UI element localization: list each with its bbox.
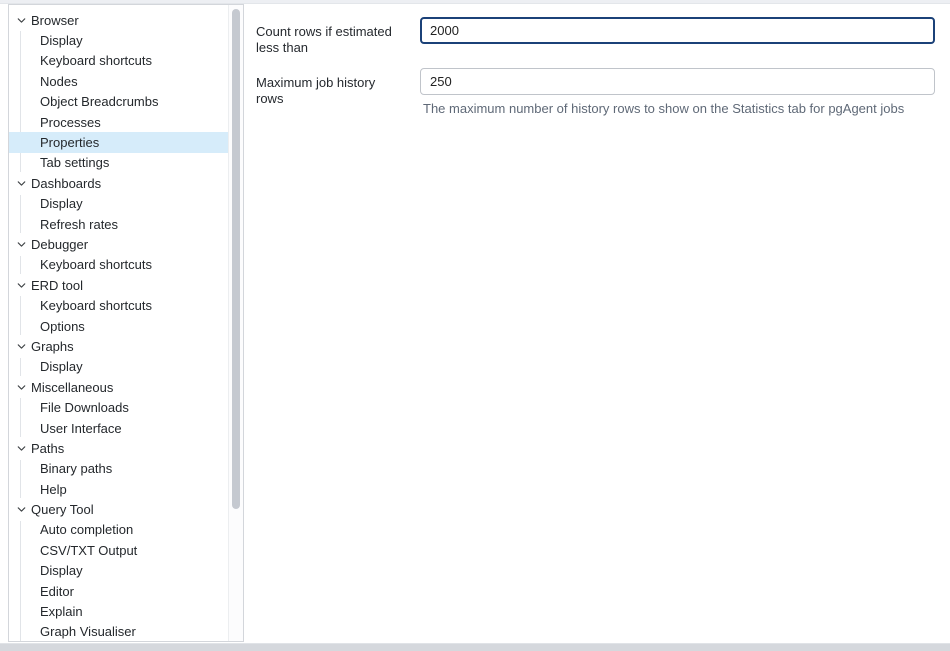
sidebar-scrollbar[interactable]: [228, 5, 243, 641]
sidebar-item-paths-help[interactable]: Help: [9, 479, 228, 499]
tree-item-label: Refresh rates: [40, 217, 118, 232]
tree-group-label: Dashboards: [31, 176, 101, 191]
tree-group-label: ERD tool: [31, 278, 83, 293]
tree-item-label: Keyboard shortcuts: [40, 257, 152, 272]
tree-item-label: Help: [40, 482, 67, 497]
tree-item-label: Explain: [40, 604, 83, 619]
tree-item-label: Editor: [40, 584, 74, 599]
max-job-history-input[interactable]: [420, 68, 935, 95]
sidebar-item-dashboards-refresh-rates[interactable]: Refresh rates: [9, 214, 228, 234]
sidebar-scrollbar-thumb[interactable]: [232, 9, 240, 509]
max-job-history-label: Maximum job history rows: [256, 68, 406, 107]
tree-item-label: Display: [40, 563, 83, 578]
tree-item-label: Tab settings: [40, 155, 109, 170]
sidebar-item-browser-properties[interactable]: Properties: [9, 132, 228, 152]
sidebar-item-erd-tool-keyboard-shortcuts[interactable]: Keyboard shortcuts: [9, 295, 228, 315]
tree-group-label: Query Tool: [31, 502, 94, 517]
field-count-rows: Count rows if estimated less than: [256, 17, 935, 56]
max-job-history-help: The maximum number of history rows to sh…: [420, 101, 935, 116]
tree-item-label: Keyboard shortcuts: [40, 298, 152, 313]
dialog-body: Browser Display Keyboard shortcuts Nodes Obj…: [0, 4, 950, 642]
chevron-down-icon[interactable]: [13, 236, 29, 252]
tree-item-label: Object Breadcrumbs: [40, 94, 159, 109]
tree-group-children-query-tool: Auto completion CSV/TXT Output Display Edit…: [9, 520, 228, 642]
sidebar-item-erd-tool-options[interactable]: Options: [9, 316, 228, 336]
tree-group-children-debugger: Keyboard shortcuts: [9, 255, 228, 275]
tree-group-label: Graphs: [31, 339, 74, 354]
preferences-tree: Browser Display Keyboard shortcuts Nodes Obj…: [9, 5, 228, 642]
tree-group-children-browser: Display Keyboard shortcuts Nodes Object Bre…: [9, 30, 228, 173]
tree-group-graphs[interactable]: Graphs: [9, 336, 228, 356]
field-max-job-history: Maximum job history rows The maximum num…: [256, 68, 935, 116]
sidebar-item-query-tool-display[interactable]: Display: [9, 561, 228, 581]
dialog-bottom-edge: [0, 643, 950, 651]
sidebar-item-browser-display[interactable]: Display: [9, 30, 228, 50]
sidebar-item-query-tool-graph-visualiser[interactable]: Graph Visualiser: [9, 622, 228, 642]
tree-group-label: Browser: [31, 13, 79, 28]
tree-item-label: Display: [40, 359, 83, 374]
tree-group-children-graphs: Display: [9, 357, 228, 377]
chevron-down-icon[interactable]: [13, 175, 29, 191]
tree-item-label: Options: [40, 319, 85, 334]
tree-item-label: Nodes: [40, 74, 78, 89]
tree-group-browser[interactable]: Browser: [9, 10, 228, 30]
sidebar-item-paths-binary-paths[interactable]: Binary paths: [9, 459, 228, 479]
sidebar-item-miscellaneous-user-interface[interactable]: User Interface: [9, 418, 228, 438]
tree-item-label: Graph Visualiser: [40, 624, 136, 639]
sidebar-item-browser-processes[interactable]: Processes: [9, 112, 228, 132]
sidebar-item-browser-object-breadcrumbs[interactable]: Object Breadcrumbs: [9, 92, 228, 112]
sidebar-item-query-tool-explain[interactable]: Explain: [9, 601, 228, 621]
count-rows-control: [420, 17, 935, 44]
tree-item-label: User Interface: [40, 421, 122, 436]
count-rows-label: Count rows if estimated less than: [256, 17, 406, 56]
chevron-down-icon[interactable]: [13, 277, 29, 293]
tree-group-erd-tool[interactable]: ERD tool: [9, 275, 228, 295]
tree-item-label: Display: [40, 33, 83, 48]
tree-group-paths[interactable]: Paths: [9, 438, 228, 458]
tree-group-children-paths: Binary paths Help: [9, 459, 228, 500]
tree-item-label: Auto completion: [40, 522, 133, 537]
sidebar-item-query-tool-editor[interactable]: Editor: [9, 581, 228, 601]
tree-group-miscellaneous[interactable]: Miscellaneous: [9, 377, 228, 397]
tree-item-label: File Downloads: [40, 400, 129, 415]
chevron-down-icon[interactable]: [13, 440, 29, 456]
chevron-down-icon[interactable]: [13, 502, 29, 518]
tree-item-label: Processes: [40, 115, 101, 130]
tree-group-query-tool[interactable]: Query Tool: [9, 499, 228, 519]
count-rows-input[interactable]: [420, 17, 935, 44]
tree-group-label: Debugger: [31, 237, 88, 252]
tree-group-dashboards[interactable]: Dashboards: [9, 173, 228, 193]
preferences-dialog: Browser Display Keyboard shortcuts Nodes Obj…: [0, 0, 950, 651]
sidebar-item-miscellaneous-file-downloads[interactable]: File Downloads: [9, 397, 228, 417]
tree-group-children-dashboards: Display Refresh rates: [9, 194, 228, 235]
tree-group-label: Miscellaneous: [31, 380, 113, 395]
sidebar-item-query-tool-auto-completion[interactable]: Auto completion: [9, 520, 228, 540]
sidebar-item-dashboards-display[interactable]: Display: [9, 194, 228, 214]
tree-group-label: Paths: [31, 441, 64, 456]
chevron-down-icon[interactable]: [13, 12, 29, 28]
tree-group-children-erd-tool: Keyboard shortcuts Options: [9, 295, 228, 336]
chevron-down-icon[interactable]: [13, 338, 29, 354]
max-job-history-control: The maximum number of history rows to sh…: [420, 68, 935, 116]
tree-item-label: Properties: [40, 135, 99, 150]
preferences-sidebar: Browser Display Keyboard shortcuts Nodes Obj…: [8, 4, 244, 642]
tree-group-debugger[interactable]: Debugger: [9, 234, 228, 254]
tree-item-label: Keyboard shortcuts: [40, 53, 152, 68]
tree-item-label: CSV/TXT Output: [40, 543, 137, 558]
sidebar-item-query-tool-csv-txt-output[interactable]: CSV/TXT Output: [9, 540, 228, 560]
chevron-down-icon[interactable]: [13, 379, 29, 395]
sidebar-item-browser-keyboard-shortcuts[interactable]: Keyboard shortcuts: [9, 51, 228, 71]
tree-item-label: Display: [40, 196, 83, 211]
tree-item-label: Binary paths: [40, 461, 112, 476]
tree-group-children-miscellaneous: File Downloads User Interface: [9, 397, 228, 438]
sidebar-item-browser-tab-settings[interactable]: Tab settings: [9, 153, 228, 173]
sidebar-item-debugger-keyboard-shortcuts[interactable]: Keyboard shortcuts: [9, 255, 228, 275]
sidebar-item-browser-nodes[interactable]: Nodes: [9, 71, 228, 91]
sidebar-item-graphs-display[interactable]: Display: [9, 357, 228, 377]
preferences-content: Count rows if estimated less than Maximu…: [244, 4, 950, 642]
